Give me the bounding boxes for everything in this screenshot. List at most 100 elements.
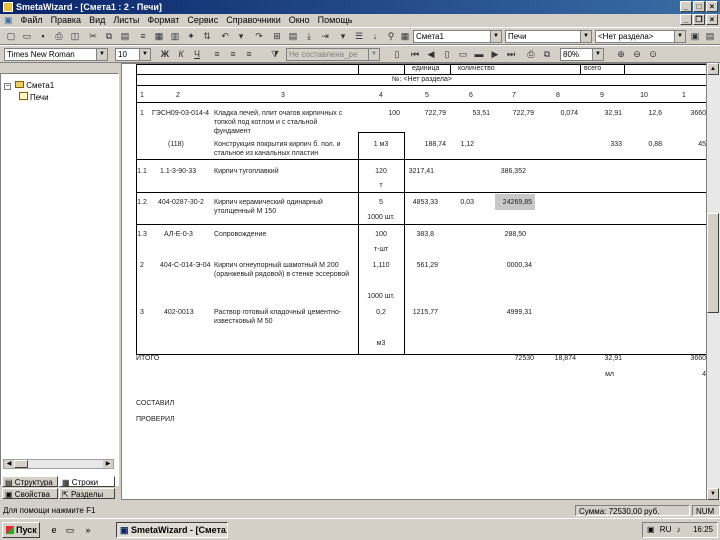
document-view[interactable]: единица количество всего №: <Нет раздела… [121, 63, 707, 500]
structure-tree[interactable]: − Смета1 Печи ◀ ▶ [0, 73, 119, 486]
row-unit: т [379, 182, 383, 189]
indent-icon[interactable]: ⇥ [318, 30, 332, 43]
prev-page-icon[interactable]: ◀ [424, 48, 438, 61]
open-icon[interactable]: ▭ [20, 30, 34, 43]
bold-icon[interactable]: Ж [158, 48, 172, 61]
ie-icon[interactable]: e [48, 524, 60, 536]
undo-dropdown-icon[interactable]: ▾ [234, 30, 248, 43]
grid-icon[interactable]: ▦ [398, 30, 412, 43]
menu-file[interactable]: Файл [17, 15, 47, 25]
row-price: 3217,41 [408, 168, 434, 175]
menu-references[interactable]: Справочники [222, 15, 285, 25]
align-center-icon[interactable]: ≡ [226, 48, 240, 61]
taskbar-app-button[interactable]: ▣ SmetaWizard - [Смета1... [116, 522, 228, 538]
first-page-icon[interactable]: ⏮ [408, 48, 422, 61]
sort-icon[interactable]: ⇅ [200, 30, 214, 43]
underline-icon[interactable]: Ч [190, 48, 204, 61]
table-icon[interactable]: ▦ [152, 30, 166, 43]
quicklaunch-more-icon[interactable]: » [82, 524, 94, 536]
mark-icon[interactable]: ▾ [336, 30, 350, 43]
list-icon[interactable]: ☰ [352, 30, 366, 43]
menu-help[interactable]: Помощь [314, 15, 357, 25]
menu-service[interactable]: Сервис [183, 15, 222, 25]
properties-icon[interactable]: ▤ [703, 30, 717, 43]
menu-sheets[interactable]: Листы [109, 15, 143, 25]
paste-icon[interactable]: ▤ [118, 30, 132, 43]
tree-node-root[interactable]: − Смета1 [4, 81, 54, 91]
save-icon[interactable]: ▪ [36, 30, 50, 43]
filter-icon[interactable]: ⚲ [384, 30, 398, 43]
next-page-icon[interactable]: ▶ [488, 48, 502, 61]
style-select[interactable]: Не составлена_ре ▼ [286, 48, 380, 61]
doc-icon[interactable]: ▣ [0, 15, 17, 25]
title-bar[interactable]: SmetaWizard - [Смета1 : 2 - Печи] _ □ × [0, 0, 720, 14]
funnel-icon[interactable]: ⧩ [268, 48, 282, 61]
maximize-button[interactable]: □ [693, 1, 705, 12]
wizard-icon[interactable]: ✦ [184, 30, 198, 43]
menu-view[interactable]: Вид [85, 15, 109, 25]
volume-icon[interactable]: ♪ [677, 525, 681, 534]
tree-hscrollbar[interactable]: ◀ ▶ [3, 459, 114, 469]
menu-window[interactable]: Окно [285, 15, 314, 25]
menu-format[interactable]: Формат [143, 15, 183, 25]
tab-structure[interactable]: ▤ Структура [2, 476, 58, 487]
add-item-icon[interactable]: ⊞ [270, 30, 284, 43]
zoom-select[interactable]: 80% ▼ [560, 48, 604, 61]
undo-icon[interactable]: ↶ [218, 30, 232, 43]
scroll-left-icon[interactable]: ◀ [4, 460, 14, 468]
tab-properties[interactable]: ▣ Свойства [2, 488, 58, 499]
desktop-icon[interactable]: ▭ [64, 524, 76, 536]
expand-icon[interactable]: ⤓ [302, 30, 316, 43]
start-button[interactable]: Пуск [2, 522, 40, 538]
doc-restore-button[interactable]: ❐ [693, 14, 705, 25]
zoom-fit-icon[interactable]: ⊙ [646, 48, 660, 61]
tray-app-icon[interactable]: ▣ [647, 525, 655, 534]
document-vscrollbar[interactable]: ▲ ▼ [707, 63, 720, 500]
close-button[interactable]: × [706, 1, 718, 12]
tree-node-child[interactable]: Печи [17, 92, 49, 103]
copy-icon[interactable]: ⧉ [102, 30, 116, 43]
italic-icon[interactable]: К [174, 48, 188, 61]
preview-icon[interactable]: ◫ [68, 30, 82, 43]
tab-rows[interactable]: ▦ Строки [59, 476, 115, 487]
copy-small-icon[interactable]: ⧉ [540, 48, 554, 61]
print-small-icon[interactable]: ⎙ [524, 48, 538, 61]
wide-page-icon[interactable]: ▬ [472, 48, 486, 61]
align-left-icon[interactable]: ≡ [210, 48, 224, 61]
goto-icon[interactable]: ▣ [688, 30, 702, 43]
arrow-down-icon[interactable]: ↓ [368, 30, 382, 43]
zoom-out-icon[interactable]: ⊖ [630, 48, 644, 61]
menu-edit[interactable]: Правка [47, 15, 85, 25]
scroll-down-icon[interactable]: ▼ [707, 488, 719, 500]
new-icon[interactable]: ▢ [4, 30, 18, 43]
scroll-right-icon[interactable]: ▶ [103, 460, 113, 468]
doc-minimize-button[interactable]: _ [680, 14, 692, 25]
tab-sections[interactable]: ⇱ Разделы [59, 488, 115, 499]
last-page-icon[interactable]: ⏭ [504, 48, 518, 61]
minimize-button[interactable]: _ [680, 1, 692, 12]
zoom-in-icon[interactable]: ⊕ [614, 48, 628, 61]
chevron-down-icon: ▼ [490, 31, 501, 42]
insert-row-icon[interactable]: ≡ [136, 30, 150, 43]
scroll-up-icon[interactable]: ▲ [707, 63, 719, 75]
multi-page-icon[interactable]: ▭ [456, 48, 470, 61]
calc-icon[interactable]: ▥ [168, 30, 182, 43]
column-width-icon[interactable]: ▯ [390, 48, 404, 61]
language-indicator[interactable]: RU [660, 525, 672, 534]
redo-icon[interactable]: ↷ [252, 30, 266, 43]
doc-close-button[interactable]: × [706, 14, 718, 25]
print-icon[interactable]: ⎙ [52, 30, 66, 43]
align-right-icon[interactable]: ≡ [242, 48, 256, 61]
sheet-icon[interactable]: ▤ [286, 30, 300, 43]
cut-icon[interactable]: ✂ [86, 30, 100, 43]
row-qty: 100 [388, 110, 400, 117]
collapse-icon[interactable]: − [4, 83, 11, 90]
smeta-select[interactable]: Смета1 ▼ [413, 30, 502, 43]
font-name-select[interactable]: Times New Roman ▼ [4, 48, 108, 61]
scroll-thumb[interactable] [14, 460, 28, 468]
section-select[interactable]: Печи ▼ [505, 30, 592, 43]
scroll-thumb[interactable] [707, 213, 719, 313]
page-icon[interactable]: ▯ [440, 48, 454, 61]
font-size-select[interactable]: 10 ▼ [115, 48, 151, 61]
razdel-select[interactable]: <Нет раздела> ▼ [595, 30, 686, 43]
